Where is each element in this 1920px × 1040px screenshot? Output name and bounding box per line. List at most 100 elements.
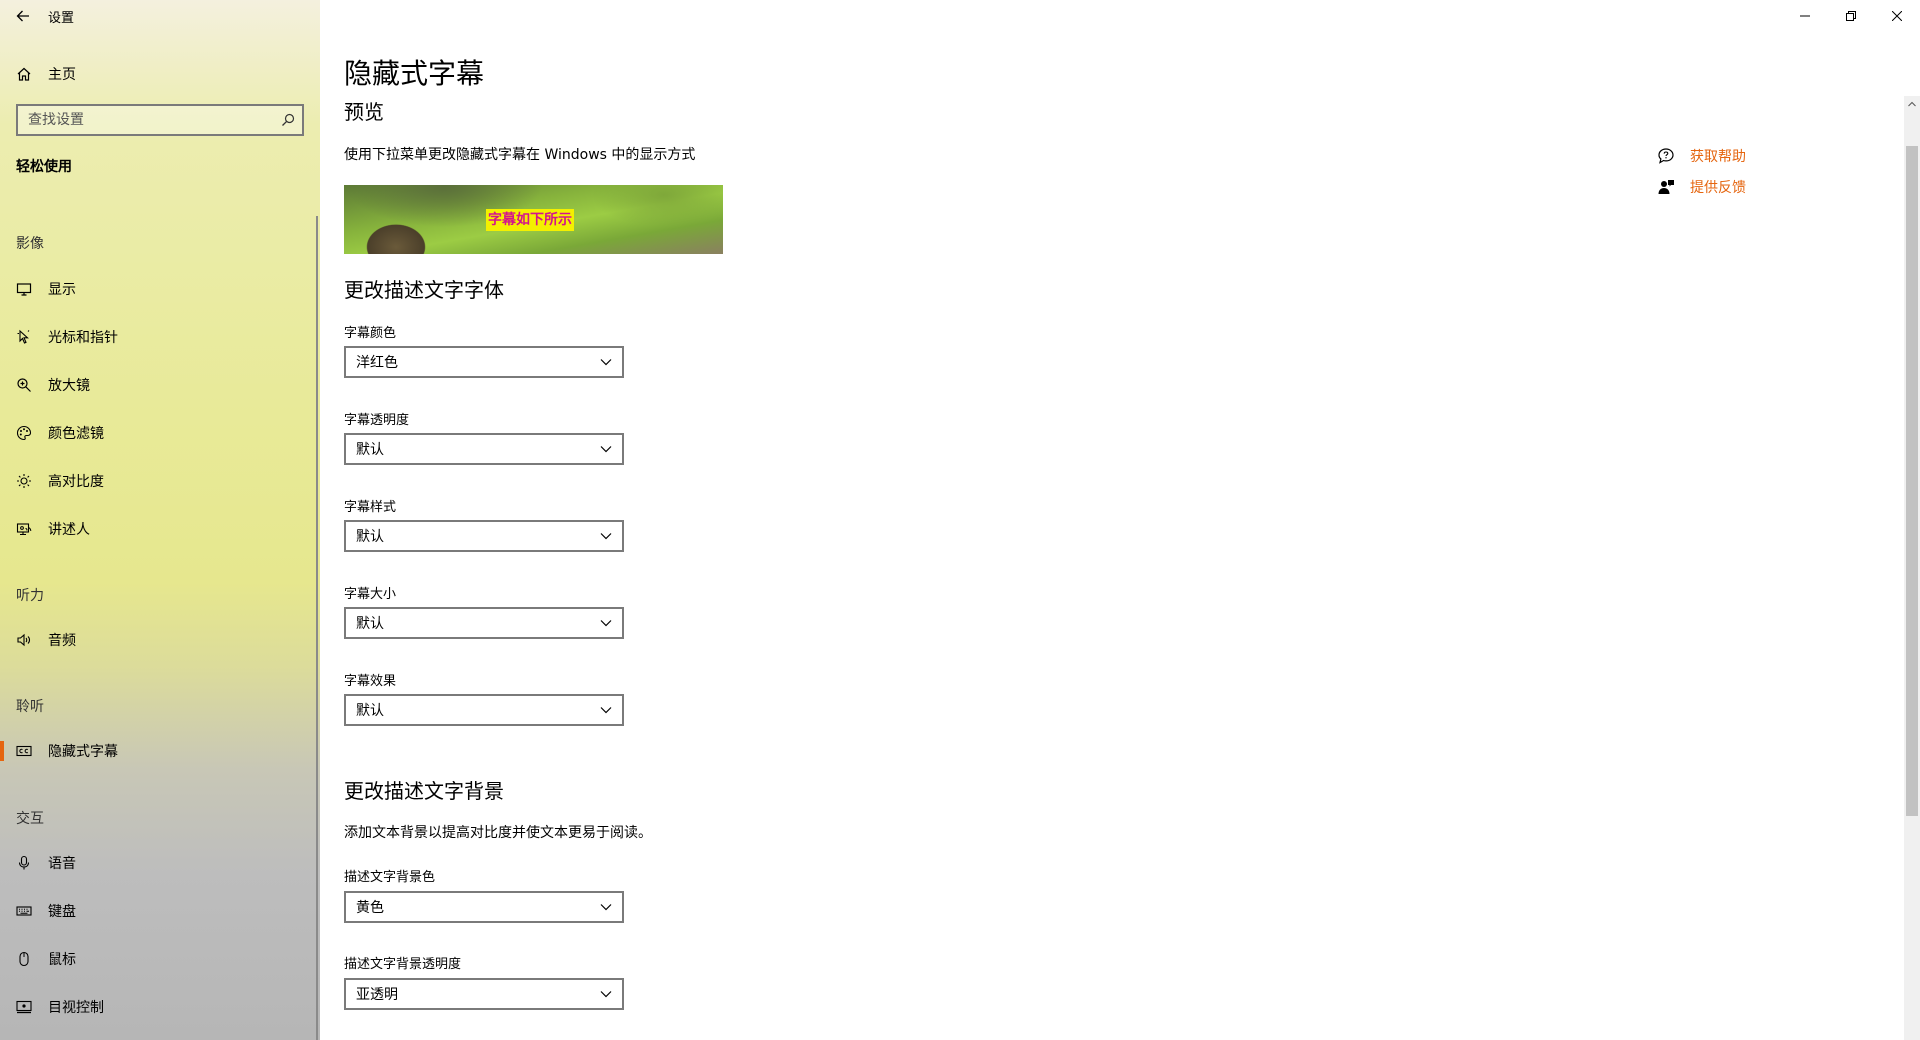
sidebar-item-label: 讲述人 bbox=[48, 522, 90, 538]
scrollbar-thumb[interactable] bbox=[1906, 146, 1918, 816]
get-help-label: 获取帮助 bbox=[1690, 148, 1746, 165]
preview-caption-text: 字幕如下所示 bbox=[486, 209, 574, 231]
sidebar-item-label: 主页 bbox=[48, 67, 76, 83]
chevron-down-icon bbox=[590, 696, 622, 724]
dropdown-value: 默认 bbox=[356, 616, 384, 632]
search-icon bbox=[282, 113, 295, 126]
sidebar-item-color-filters[interactable]: 颜色滤镜 bbox=[0, 413, 316, 453]
content-scrollbar[interactable] bbox=[1904, 96, 1920, 1040]
cursor-icon bbox=[16, 329, 32, 345]
restore-button[interactable] bbox=[1828, 0, 1874, 32]
group-title-interaction: 交互 bbox=[16, 811, 44, 827]
sidebar-item-cursor[interactable]: 光标和指针 bbox=[0, 317, 316, 357]
minimize-button[interactable] bbox=[1782, 0, 1828, 32]
keyboard-icon bbox=[16, 903, 32, 919]
sidebar-item-narrator[interactable]: 讲述人 bbox=[0, 509, 316, 549]
background-color-dropdown[interactable]: 黄色 bbox=[344, 891, 624, 923]
sidebar-item-label: 音频 bbox=[48, 633, 76, 649]
mouse-icon bbox=[16, 951, 32, 967]
eye-control-icon bbox=[16, 999, 32, 1015]
background-transparency-dropdown[interactable]: 亚透明 bbox=[344, 978, 624, 1010]
sidebar-item-label: 语音 bbox=[48, 856, 76, 872]
search-input[interactable] bbox=[28, 112, 274, 128]
get-help-link[interactable]: 获取帮助 bbox=[1656, 140, 1746, 171]
sidebar-item-closed-captions[interactable]: 隐藏式字幕 bbox=[0, 731, 316, 771]
caption-preview-image: 字幕如下所示 bbox=[344, 185, 723, 254]
content-pane: 隐藏式字幕 预览 使用下拉菜单更改隐藏式字幕在 Windows 中的显示方式 字… bbox=[320, 0, 1920, 1040]
speaker-icon bbox=[16, 632, 32, 648]
caption-style-label: 字幕样式 bbox=[344, 500, 397, 515]
dropdown-value: 亚透明 bbox=[356, 987, 398, 1003]
sidebar-item-label: 放大镜 bbox=[48, 378, 90, 394]
caption-effects-label: 字幕效果 bbox=[344, 674, 397, 689]
sidebar-scrollbar[interactable] bbox=[316, 216, 318, 1040]
background-transparency-label: 描述文字背景透明度 bbox=[344, 957, 462, 972]
font-section-title: 更改描述文字字体 bbox=[344, 278, 504, 302]
dropdown-value: 默认 bbox=[356, 442, 384, 458]
dropdown-value: 黄色 bbox=[356, 900, 384, 916]
palette-icon bbox=[16, 425, 32, 441]
back-button[interactable] bbox=[0, 0, 46, 32]
sidebar-item-home[interactable]: 主页 bbox=[0, 56, 320, 92]
close-button[interactable] bbox=[1874, 0, 1920, 32]
caption-transparency-label: 字幕透明度 bbox=[344, 413, 410, 428]
contrast-icon bbox=[16, 473, 32, 489]
window-controls bbox=[1782, 0, 1920, 32]
page-title: 隐藏式字幕 bbox=[344, 57, 485, 90]
chevron-down-icon bbox=[590, 609, 622, 637]
sidebar-item-label: 键盘 bbox=[48, 904, 76, 920]
dropdown-value: 默认 bbox=[356, 529, 384, 545]
sidebar-item-label: 显示 bbox=[48, 282, 76, 298]
monitor-icon bbox=[16, 281, 32, 297]
close-icon bbox=[1892, 11, 1902, 21]
search-box bbox=[16, 104, 304, 136]
narrator-icon bbox=[16, 521, 32, 537]
chevron-down-icon bbox=[590, 980, 622, 1008]
closed-caption-icon bbox=[16, 743, 32, 759]
app-title: 设置 bbox=[48, 10, 75, 26]
sidebar-item-speech[interactable]: 语音 bbox=[0, 843, 316, 883]
give-feedback-link[interactable]: 提供反馈 bbox=[1656, 171, 1746, 202]
sidebar-item-audio[interactable]: 音频 bbox=[0, 620, 316, 660]
search-button[interactable] bbox=[274, 106, 302, 134]
caption-color-label: 字幕颜色 bbox=[344, 326, 397, 341]
minimize-icon bbox=[1800, 15, 1810, 17]
category-title: 轻松使用 bbox=[16, 159, 72, 175]
sidebar-item-label: 颜色滤镜 bbox=[48, 426, 104, 442]
group-title-listening: 聆听 bbox=[16, 699, 44, 715]
help-chat-icon bbox=[1656, 146, 1676, 166]
chevron-down-icon bbox=[590, 893, 622, 921]
sidebar-item-label: 隐藏式字幕 bbox=[48, 744, 118, 760]
sidebar-item-keyboard[interactable]: 键盘 bbox=[0, 891, 316, 931]
caption-style-dropdown[interactable]: 默认 bbox=[344, 520, 624, 552]
dropdown-value: 洋红色 bbox=[356, 355, 398, 371]
group-title-hearing: 听力 bbox=[16, 588, 44, 604]
sidebar-item-label: 目视控制 bbox=[48, 1000, 104, 1016]
help-links: 获取帮助 提供反馈 bbox=[1656, 140, 1746, 202]
feedback-icon bbox=[1656, 177, 1676, 197]
chevron-down-icon bbox=[590, 522, 622, 550]
background-description: 添加文本背景以提高对比度并使文本更易于阅读。 bbox=[344, 825, 652, 841]
scroll-up-arrow-icon[interactable] bbox=[1904, 96, 1920, 112]
background-color-label: 描述文字背景色 bbox=[344, 870, 436, 885]
home-icon bbox=[16, 66, 32, 82]
chevron-down-icon bbox=[590, 435, 622, 463]
caption-transparency-dropdown[interactable]: 默认 bbox=[344, 433, 624, 465]
caption-size-dropdown[interactable]: 默认 bbox=[344, 607, 624, 639]
sidebar-item-eye-control[interactable]: 目视控制 bbox=[0, 987, 316, 1027]
give-feedback-label: 提供反馈 bbox=[1690, 179, 1746, 196]
sidebar-item-mouse[interactable]: 鼠标 bbox=[0, 939, 316, 979]
caption-color-dropdown[interactable]: 洋红色 bbox=[344, 346, 624, 378]
dropdown-value: 默认 bbox=[356, 703, 384, 719]
caption-effects-dropdown[interactable]: 默认 bbox=[344, 694, 624, 726]
title-bar-left: 设置 bbox=[0, 0, 74, 32]
sidebar-item-display[interactable]: 显示 bbox=[0, 269, 316, 309]
sidebar-item-label: 鼠标 bbox=[48, 952, 76, 968]
sidebar-item-magnifier[interactable]: 放大镜 bbox=[0, 365, 316, 405]
chevron-down-icon bbox=[590, 348, 622, 376]
background-section-title: 更改描述文字背景 bbox=[344, 779, 504, 803]
restore-icon bbox=[1846, 11, 1856, 21]
group-title-vision: 影像 bbox=[16, 236, 44, 252]
preview-title: 预览 bbox=[344, 100, 384, 124]
sidebar-item-high-contrast[interactable]: 高对比度 bbox=[0, 461, 316, 501]
